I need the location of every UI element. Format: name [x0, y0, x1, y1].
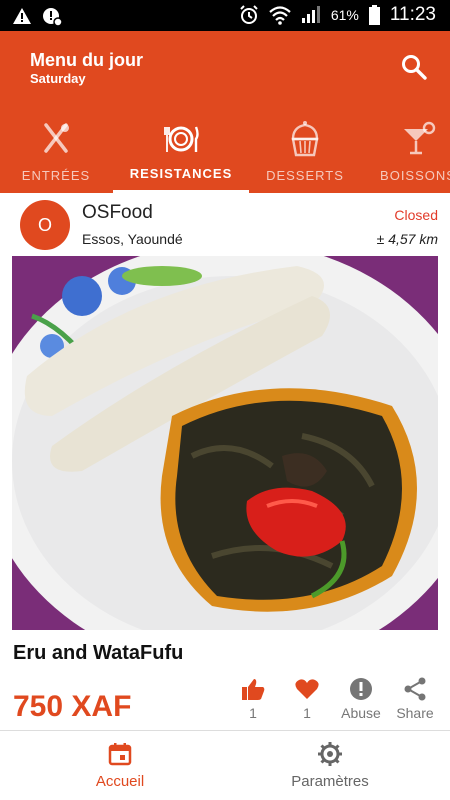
settings-gear-icon — [318, 742, 342, 766]
page-subtitle: Saturday — [30, 71, 86, 86]
like-button[interactable]: 1 — [228, 676, 278, 721]
thumbs-up-icon — [242, 679, 265, 700]
share-label: Share — [396, 705, 434, 721]
nav-accueil[interactable]: Accueil — [60, 741, 180, 790]
nav-label: Paramètres — [291, 773, 369, 790]
restaurant-name: OSFood — [82, 202, 153, 223]
alert-icon — [350, 678, 372, 700]
tab-label: DESSERTS — [266, 168, 344, 183]
plate-icon — [164, 126, 199, 152]
page-title: Menu du jour — [30, 50, 143, 70]
cocktail-icon — [404, 121, 436, 155]
dish-actions: 1 1 Abuse Share — [228, 676, 448, 726]
dish-name: Eru and WataFufu — [13, 642, 184, 664]
fork-knife-icon — [44, 123, 69, 153]
report-abuse-button[interactable]: Abuse — [336, 676, 386, 721]
clock: 11:23 — [389, 4, 436, 25]
tab-resistances[interactable]: RESISTANCES — [113, 113, 249, 193]
bottom-navigation: Accueil Paramètres — [0, 730, 450, 800]
tab-boissons[interactable]: BOISSONS — [370, 113, 450, 193]
restaurant-header[interactable]: O OSFood Essos, Yaoundé Closed ± 4,57 km — [0, 196, 450, 256]
tab-label: BOISSONS — [380, 168, 450, 183]
tab-desserts[interactable]: DESSERTS — [250, 113, 360, 193]
warning-icon — [13, 8, 31, 24]
status-bar: 61% 11:23 — [0, 0, 450, 31]
abuse-label: Abuse — [341, 705, 381, 721]
tab-label: RESISTANCES — [129, 166, 233, 181]
tab-label: ENTRÉES — [21, 168, 91, 183]
dish-illustration — [12, 256, 438, 630]
battery-percent: 61% — [330, 7, 359, 23]
dish-photo[interactable] — [12, 256, 438, 630]
nav-label: Accueil — [95, 773, 145, 790]
distance: ± 4,57 km — [376, 231, 438, 247]
battery-icon — [368, 5, 380, 25]
search-icon[interactable] — [400, 53, 428, 81]
share-icon — [404, 677, 426, 701]
category-tabs: ENTRÉES RESISTANCES DESSERTS BOISSONS — [0, 113, 450, 193]
share-button[interactable]: Share — [390, 676, 440, 721]
tab-entrees[interactable]: ENTRÉES — [0, 113, 112, 193]
favorite-count: 1 — [303, 705, 311, 721]
cupcake-icon — [291, 121, 319, 157]
alert-settings-icon — [43, 8, 62, 26]
calendar-icon — [108, 743, 132, 766]
nav-parametres[interactable]: Paramètres — [270, 741, 390, 790]
like-count: 1 — [249, 705, 257, 721]
heart-icon — [295, 679, 319, 699]
app-bar: Menu du jour Saturday ENTRÉES RESISTANCE… — [0, 31, 450, 193]
favorite-button[interactable]: 1 — [282, 676, 332, 721]
restaurant-location: Essos, Yaoundé — [82, 231, 183, 247]
status-badge: Closed — [394, 207, 438, 223]
avatar: O — [20, 200, 70, 250]
signal-icon — [301, 6, 320, 23]
alarm-icon — [240, 5, 258, 24]
active-tab-indicator — [113, 190, 249, 193]
wifi-icon — [269, 6, 291, 25]
dish-price: 750 XAF — [13, 690, 132, 723]
